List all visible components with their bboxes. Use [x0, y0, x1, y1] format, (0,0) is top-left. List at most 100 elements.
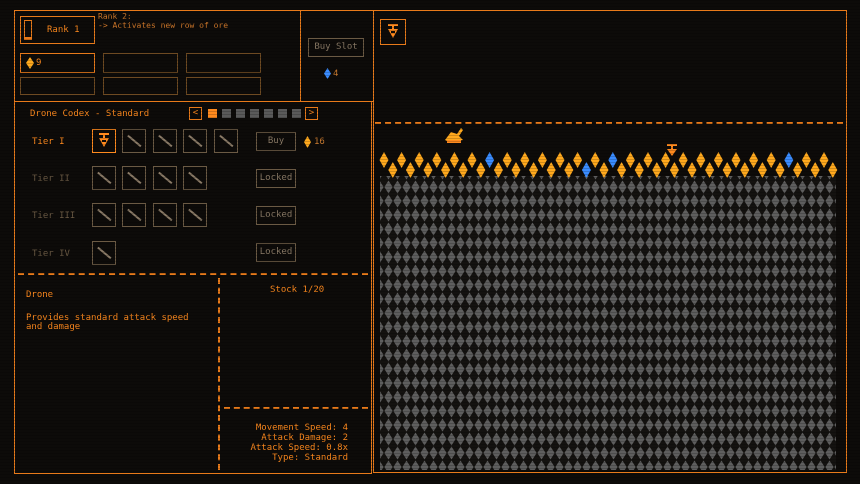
orange-ore-crystal — [397, 152, 407, 168]
codex-page-indicator[interactable] — [292, 109, 301, 118]
stat-movement-speed: Movement Speed: 4 — [255, 423, 348, 433]
drone-description: and damage — [26, 322, 81, 332]
rank-button[interactable]: Rank 1 — [20, 16, 95, 44]
drone-slot[interactable] — [92, 203, 116, 227]
blue-ore-crystal — [608, 152, 618, 168]
stat-attack-speed: Attack Speed: 0.8x — [250, 443, 348, 453]
orange-ore-crystal — [590, 152, 600, 168]
drone-name: Drone — [26, 290, 54, 300]
inventory-slot — [103, 77, 178, 95]
orange-ore-crystal — [749, 152, 759, 168]
codex-page-indicator[interactable] — [278, 109, 287, 118]
orange-ore-crystal — [713, 152, 723, 168]
drone-icon — [99, 133, 109, 147]
orange-ore-crystal — [546, 162, 556, 178]
orange-ore-crystal — [388, 162, 398, 178]
orange-ore-crystal — [617, 162, 627, 178]
tier-label: Tier IV — [32, 249, 70, 259]
locked-tier-button[interactable]: Locked — [256, 243, 296, 262]
orange-ore-crystal — [766, 152, 776, 168]
drone-slot[interactable] — [153, 129, 177, 153]
orange-ore-crystal — [379, 152, 389, 168]
orange-ore-crystal — [652, 162, 662, 178]
orange-ore-crystal — [634, 162, 644, 178]
currency-slot: 9 — [20, 53, 95, 73]
rock-layer — [380, 176, 836, 470]
buy-tier-button[interactable]: Buy — [256, 132, 296, 151]
orange-ore-crystal — [555, 152, 565, 168]
orange-ore-crystal — [414, 152, 424, 168]
tier-label: Tier III — [32, 211, 76, 221]
locked-tier-button[interactable]: Locked — [256, 169, 296, 188]
orange-ore-crystal — [661, 152, 671, 168]
orange-ore-crystal — [722, 162, 732, 178]
orange-ore-crystal — [520, 152, 530, 168]
buy-slot-button[interactable]: Buy Slot — [308, 38, 364, 57]
tier-label: Tier I — [32, 137, 65, 147]
next-rank-title: Rank 2: — [98, 12, 132, 21]
orange-ore-crystal — [705, 162, 715, 178]
drone-slot[interactable] — [92, 166, 116, 190]
codex-title: Drone Codex - Standard — [30, 109, 150, 119]
codex-page-indicator[interactable] — [208, 109, 217, 118]
blue-ore-crystal — [581, 162, 591, 178]
orange-ore-crystal — [696, 152, 706, 168]
codex-prev-button[interactable]: < — [189, 107, 202, 120]
blue-ore-crystal — [784, 152, 794, 168]
details-divider — [218, 278, 220, 470]
orange-ore-crystal — [493, 162, 503, 178]
codex-page-indicator[interactable] — [222, 109, 231, 118]
codex-divider — [18, 273, 368, 275]
stock-count: Stock 1/20 — [270, 285, 325, 295]
tier-label: Tier II — [32, 174, 70, 184]
inventory-slot — [20, 77, 95, 95]
orange-ore-crystal — [643, 152, 653, 168]
drone-slot[interactable] — [92, 241, 116, 265]
chevron-left-icon: < — [192, 108, 199, 118]
orange-ore-crystal — [458, 162, 468, 178]
drone-icon — [388, 24, 398, 38]
drone-slot[interactable] — [183, 203, 207, 227]
drone-slot[interactable] — [122, 203, 146, 227]
orange-ore-crystal — [793, 162, 803, 178]
drone-slot[interactable] — [122, 129, 146, 153]
drone-slot[interactable] — [214, 129, 238, 153]
codex-page-indicator[interactable] — [236, 109, 245, 118]
drone-slot[interactable] — [183, 129, 207, 153]
drone-slot[interactable] — [183, 166, 207, 190]
orange-ore-crystal — [529, 162, 539, 178]
blue-ore-crystal — [485, 152, 495, 168]
drone-slot[interactable] — [153, 166, 177, 190]
orange-ore-crystal — [828, 162, 838, 178]
drone-slot[interactable] — [153, 203, 177, 227]
codex-page-indicator[interactable] — [264, 109, 273, 118]
ore-gem-icon — [304, 136, 311, 148]
stat-attack-damage: Attack Damage: 2 — [261, 433, 348, 443]
drone-slot[interactable] — [92, 129, 116, 153]
orange-ore-crystal — [669, 162, 679, 178]
orange-ore-crystal — [775, 162, 785, 178]
gem-count: 4 — [333, 69, 339, 79]
orange-ore-crystal — [511, 162, 521, 178]
orange-ore-crystal — [423, 162, 433, 178]
drone-stats: Movement Speed: 4 Attack Damage: 2 Attac… — [224, 423, 348, 463]
codex-next-button[interactable]: > — [305, 107, 318, 120]
locked-tier-button[interactable]: Locked — [256, 206, 296, 225]
orange-ore-crystal — [810, 162, 820, 178]
codex-page-indicator[interactable] — [250, 109, 259, 118]
stats-divider — [224, 407, 368, 409]
chevron-right-icon: > — [308, 108, 315, 118]
orange-ore-crystal — [625, 152, 635, 168]
orange-ore-crystal — [564, 162, 574, 178]
orange-ore-crystal — [537, 152, 547, 168]
orange-ore-crystal — [476, 162, 486, 178]
mining-field — [379, 128, 838, 470]
rank-button-marker — [24, 20, 32, 40]
orange-ore-crystal — [405, 162, 415, 178]
next-rank-description: -> Activates new row of ore — [98, 21, 229, 30]
mining-drone — [445, 128, 463, 143]
selected-drone-button[interactable] — [380, 19, 406, 45]
orange-ore-crystal — [740, 162, 750, 178]
drone-slot[interactable] — [122, 166, 146, 190]
ore-row — [379, 152, 838, 178]
